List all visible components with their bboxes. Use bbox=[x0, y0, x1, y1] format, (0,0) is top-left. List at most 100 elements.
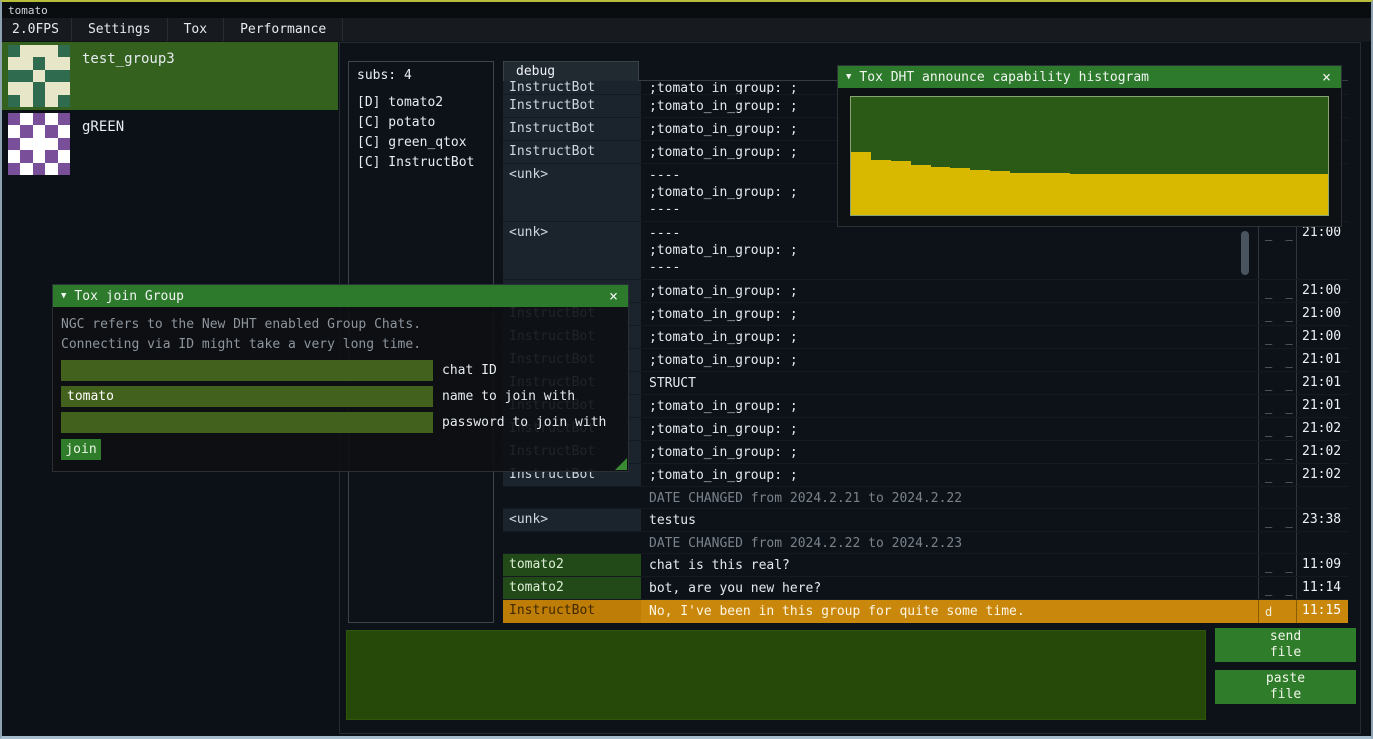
date-separator-row[interactable]: DATE CHANGED from 2024.2.22 to 2024.2.23 bbox=[503, 532, 1348, 554]
contact-item-gREEN[interactable]: gREEN bbox=[2, 110, 338, 178]
message-author: InstructBot bbox=[503, 600, 641, 623]
histogram-bar bbox=[970, 170, 990, 215]
resize-grip-icon[interactable] bbox=[615, 458, 627, 470]
collapse-arrow-icon[interactable]: ▼ bbox=[846, 72, 851, 82]
join-name-label: name to join with bbox=[442, 389, 575, 404]
histogram-bar bbox=[1169, 174, 1189, 215]
message-status: _ _ bbox=[1258, 577, 1296, 599]
histogram-bar bbox=[871, 160, 891, 215]
date-separator-row[interactable]: DATE CHANGED from 2024.2.21 to 2024.2.22 bbox=[503, 487, 1348, 509]
message-row[interactable]: <unk>testus_ _23:38 bbox=[503, 509, 1348, 532]
histogram-bar bbox=[1249, 174, 1269, 215]
histogram-bar bbox=[1010, 173, 1030, 215]
message-row[interactable]: InstructBot;tomato_in_group: ;_ _21:00 bbox=[503, 326, 1348, 349]
message-author: InstructBot bbox=[503, 141, 641, 163]
message-time: 21:02 bbox=[1296, 418, 1348, 440]
contact-name: gREEN bbox=[82, 119, 124, 135]
message-text: STRUCT bbox=[641, 372, 1258, 394]
send-file-button[interactable]: send file bbox=[1215, 628, 1356, 662]
message-text: ;tomato_in_group: ; bbox=[641, 303, 1258, 325]
message-row[interactable]: InstructBot;tomato_in_group: ;_ _21:00 bbox=[503, 303, 1348, 326]
tab-label: debug bbox=[516, 64, 555, 79]
message-author: <unk> bbox=[503, 164, 641, 221]
chat-id-input[interactable] bbox=[61, 360, 433, 381]
message-row[interactable]: InstructBotSTRUCT_ _21:01 bbox=[503, 372, 1348, 395]
window-title: tomato bbox=[8, 4, 48, 17]
join-name-input[interactable] bbox=[61, 386, 433, 407]
message-row[interactable]: InstructBot;tomato_in_group: ;_ _21:02 bbox=[503, 464, 1348, 487]
member-item[interactable]: [C] green_qtox bbox=[357, 133, 485, 153]
histogram-bar bbox=[1229, 174, 1249, 215]
ngc-info-line-2: Connecting via ID might take a very long… bbox=[61, 335, 620, 355]
message-author: InstructBot bbox=[503, 81, 641, 94]
member-item[interactable]: [C] potato bbox=[357, 113, 485, 133]
histogram-bar bbox=[1288, 174, 1308, 215]
message-time: 23:38 bbox=[1296, 509, 1348, 531]
join-dialog-body: NGC refers to the New DHT enabled Group … bbox=[53, 307, 628, 460]
histogram-titlebar[interactable]: ▼ Tox DHT announce capability histogram … bbox=[838, 66, 1341, 88]
histogram-bar bbox=[1030, 173, 1050, 215]
message-status: _ _ bbox=[1258, 418, 1296, 440]
tab-debug[interactable]: debug bbox=[503, 61, 639, 81]
message-text: ---- ;tomato_in_group: ; ---- bbox=[641, 222, 1258, 279]
close-icon[interactable]: × bbox=[1320, 70, 1333, 85]
app-window: tomato 2.0FPS SettingsToxPerformance tes… bbox=[0, 0, 1373, 739]
join-password-input[interactable] bbox=[61, 412, 433, 433]
member-item[interactable]: [D] tomato2 bbox=[357, 93, 485, 113]
message-time: 21:00 bbox=[1296, 222, 1348, 279]
contact-avatar bbox=[8, 113, 70, 175]
message-row[interactable]: InstructBot;tomato_in_group: ;_ _21:01 bbox=[503, 395, 1348, 418]
fps-counter: 2.0FPS bbox=[2, 18, 72, 41]
member-list: [D] tomato2[C] potato[C] green_qtox[C] I… bbox=[357, 93, 485, 173]
histogram-bar bbox=[1090, 174, 1110, 215]
histogram-bar bbox=[851, 152, 871, 215]
menu-item-tox[interactable]: Tox bbox=[168, 18, 224, 41]
message-status: _ _ bbox=[1258, 222, 1296, 279]
message-text: testus bbox=[641, 509, 1258, 531]
join-dialog-title: Tox join Group bbox=[74, 289, 599, 304]
message-status: _ _ bbox=[1258, 441, 1296, 463]
contact-item-test_group3[interactable]: test_group3 bbox=[2, 42, 338, 110]
histogram-plot bbox=[850, 96, 1329, 216]
close-icon[interactable]: × bbox=[607, 289, 620, 304]
menu-item-settings[interactable]: Settings bbox=[72, 18, 168, 41]
collapse-arrow-icon[interactable]: ▼ bbox=[61, 291, 66, 301]
histogram-bar bbox=[911, 165, 931, 215]
message-time: 21:01 bbox=[1296, 349, 1348, 371]
message-row[interactable]: InstructBotNo, I've been in this group f… bbox=[503, 600, 1348, 623]
message-status: _ _ bbox=[1258, 395, 1296, 417]
paste-file-button[interactable]: paste file bbox=[1215, 670, 1356, 704]
histogram-window: ▼ Tox DHT announce capability histogram … bbox=[837, 65, 1342, 227]
join-group-dialog: ▼ Tox join Group × NGC refers to the New… bbox=[52, 284, 629, 472]
message-row[interactable]: InstructBot;tomato_in_group: ;_ _21:00 bbox=[503, 280, 1348, 303]
message-row[interactable]: InstructBot;tomato_in_group: ;_ _21:01 bbox=[503, 349, 1348, 372]
join-dialog-titlebar[interactable]: ▼ Tox join Group × bbox=[53, 285, 628, 307]
message-row[interactable]: InstructBot;tomato_in_group: ;_ _21:02 bbox=[503, 418, 1348, 441]
window-titlebar: tomato bbox=[2, 2, 1371, 18]
message-text: ;tomato_in_group: ; bbox=[641, 441, 1258, 463]
message-text: chat is this real? bbox=[641, 554, 1258, 576]
message-input[interactable] bbox=[346, 630, 1206, 720]
message-author bbox=[503, 532, 641, 553]
chat-scrollbar-thumb[interactable] bbox=[1241, 231, 1249, 275]
histogram-bar bbox=[950, 168, 970, 215]
menu-item-performance[interactable]: Performance bbox=[224, 18, 343, 41]
histogram-title: Tox DHT announce capability histogram bbox=[859, 70, 1312, 85]
menubar: 2.0FPS SettingsToxPerformance bbox=[2, 18, 1371, 42]
join-button[interactable]: join bbox=[61, 439, 101, 460]
message-text: ;tomato_in_group: ; bbox=[641, 326, 1258, 348]
message-status: _ _ bbox=[1258, 349, 1296, 371]
message-author: tomato2 bbox=[503, 554, 641, 576]
contact-name: test_group3 bbox=[82, 51, 175, 67]
message-time: 21:00 bbox=[1296, 280, 1348, 302]
message-status: d bbox=[1258, 600, 1296, 623]
message-row[interactable]: tomato2chat is this real?_ _11:09 bbox=[503, 554, 1348, 577]
message-row[interactable]: <unk>---- ;tomato_in_group: ; ----_ _21:… bbox=[503, 222, 1348, 280]
message-time: 21:00 bbox=[1296, 326, 1348, 348]
member-item[interactable]: [C] InstructBot bbox=[357, 153, 485, 173]
message-author: tomato2 bbox=[503, 577, 641, 599]
message-row[interactable]: tomato2bot, are you new here?_ _11:14 bbox=[503, 577, 1348, 600]
histogram-bar bbox=[1308, 174, 1328, 215]
message-time: 11:15 bbox=[1296, 600, 1348, 623]
message-row[interactable]: InstructBot;tomato_in_group: ;_ _21:02 bbox=[503, 441, 1348, 464]
